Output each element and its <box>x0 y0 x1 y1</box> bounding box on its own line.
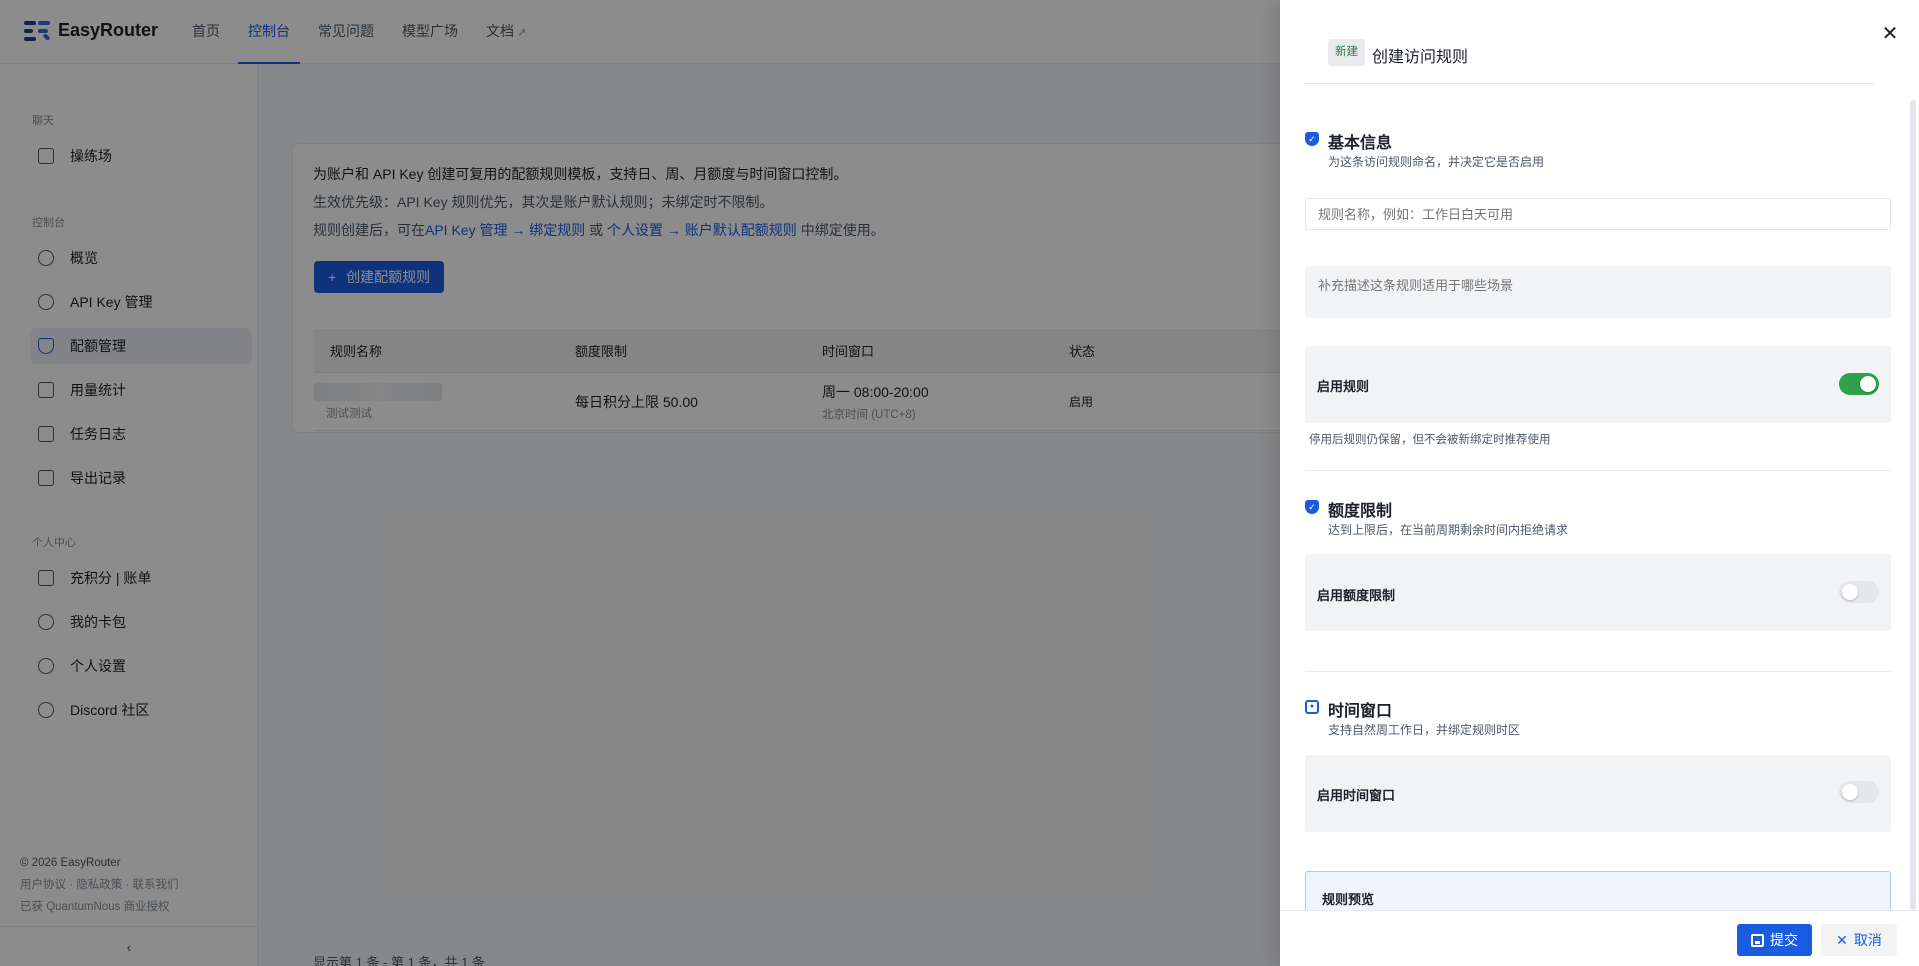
drawer-scrollbar[interactable] <box>1910 100 1916 910</box>
save-icon <box>1751 933 1764 947</box>
section-basic-desc: 为这条访问规则命名，并决定它是否启用 <box>1328 155 1545 169</box>
drawer-title: 创建访问规则 <box>1372 49 1469 66</box>
section-time-desc: 支持自然周工作日，并绑定规则时区 <box>1328 723 1521 737</box>
cancel-button[interactable]: ✕ 取消 <box>1821 924 1897 956</box>
modal-overlay[interactable] <box>0 0 1280 966</box>
enable-time-switch[interactable] <box>1839 781 1879 803</box>
enable-time-row: 启用时间窗口 <box>1305 755 1891 832</box>
section-quota-desc: 达到上限后，在当前周期剩余时间内拒绝请求 <box>1328 523 1569 537</box>
new-tag: 新建 <box>1328 39 1365 66</box>
section-basic-title: 基本信息 <box>1328 135 1393 152</box>
section-divider <box>1305 470 1891 471</box>
enable-quota-label: 启用额度限制 <box>1317 588 1396 603</box>
section-time-title: 时间窗口 <box>1328 703 1393 720</box>
shield-check-icon: ✓ <box>1305 132 1319 146</box>
close-icon[interactable]: ✕ <box>1878 22 1902 46</box>
cancel-label: 取消 <box>1853 932 1882 948</box>
calendar-clock-icon: ● <box>1305 700 1319 714</box>
close-icon: ✕ <box>1836 931 1848 948</box>
enable-rule-switch[interactable] <box>1839 373 1879 395</box>
drawer-header <box>1304 0 1874 84</box>
enable-quota-row: 启用额度限制 <box>1305 554 1891 631</box>
rule-preview-title: 规则预览 <box>1322 892 1375 907</box>
section-quota-title: 额度限制 <box>1328 503 1393 520</box>
enable-rule-row: 启用规则 <box>1305 346 1891 423</box>
rule-name-input[interactable] <box>1305 198 1891 230</box>
create-rule-drawer: 新建 创建访问规则 ✕ ✓ 基本信息 为这条访问规则命名，并决定它是否启用 启用… <box>1280 0 1919 966</box>
enable-rule-label: 启用规则 <box>1317 379 1370 394</box>
submit-label: 提交 <box>1770 932 1798 948</box>
enable-rule-hint: 停用后规则仍保留，但不会被新绑定时推荐使用 <box>1309 434 1551 446</box>
rule-description-input[interactable] <box>1305 266 1891 318</box>
drawer-footer: 提交 ✕ 取消 <box>1280 910 1919 966</box>
section-divider <box>1305 671 1891 672</box>
enable-time-label: 启用时间窗口 <box>1317 788 1396 803</box>
shield-check-icon: ✓ <box>1305 500 1319 514</box>
submit-button[interactable]: 提交 <box>1737 924 1812 956</box>
enable-quota-switch[interactable] <box>1839 581 1879 603</box>
